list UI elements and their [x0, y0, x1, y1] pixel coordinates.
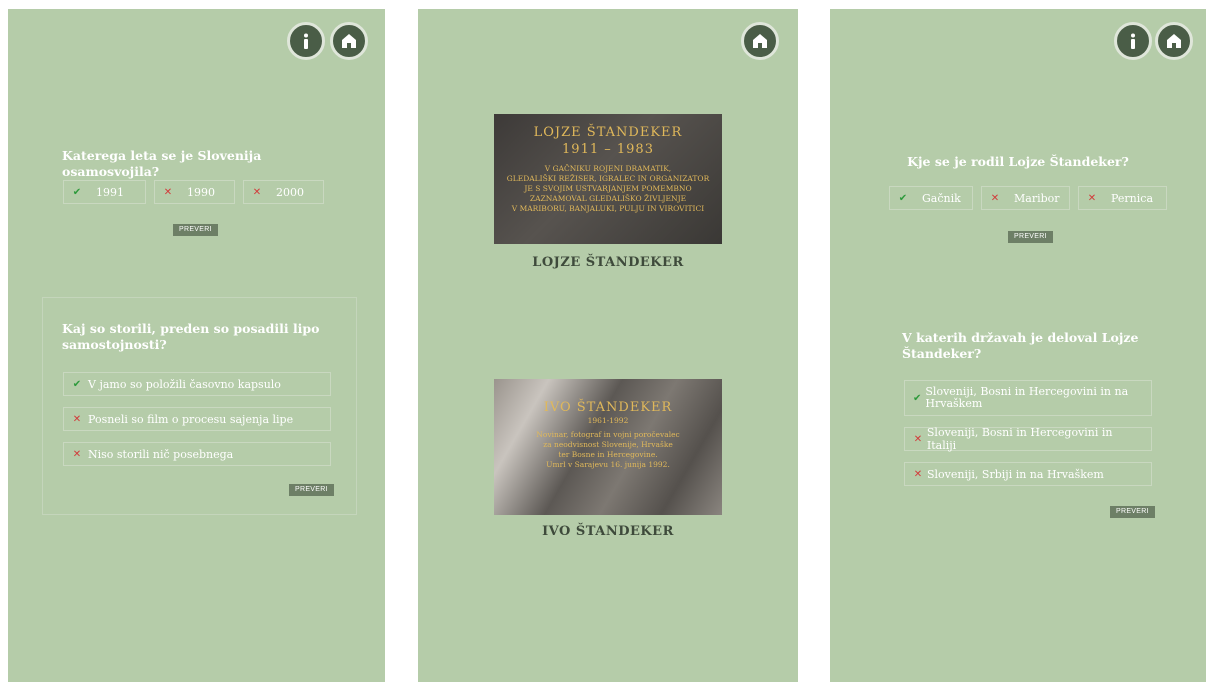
answer-option[interactable]: ✔ V jamo so položili časovno kapsulo	[63, 372, 331, 396]
answer-option[interactable]: ✔ Gačnik	[889, 186, 973, 210]
home-button[interactable]	[1155, 22, 1193, 60]
plaque-line: ter Bosne in Hercegovine.	[558, 450, 658, 459]
plaque-line: Umrl v Sarajevu 16. junija 1992.	[546, 460, 670, 469]
plaque-line: V MARIBORU, BANJALUKI, PULJU IN VIROVITI…	[511, 204, 705, 213]
home-button[interactable]	[741, 22, 779, 60]
cross-icon: ✕	[913, 433, 923, 445]
answer-option[interactable]: ✕ 2000	[243, 180, 324, 204]
plaque-line: GLEDALIŠKI REŽISER, IGRALEC IN ORGANIZAT…	[506, 174, 710, 183]
info-screen: LOJZE ŠTANDEKER 1911 – 1983 V GAČNIKU RO…	[418, 9, 798, 682]
check-button[interactable]: PREVERI	[173, 224, 218, 236]
plaque-years: 1911 – 1983	[562, 142, 654, 157]
answer-label: 1991	[96, 185, 124, 199]
question-title: V katerih državah je deloval Lojze Štand…	[902, 330, 1139, 361]
cross-icon: ✕	[163, 186, 173, 198]
answer-option[interactable]: ✕ Maribor	[981, 186, 1070, 210]
info-icon	[1131, 33, 1135, 49]
cross-icon: ✕	[913, 468, 923, 480]
home-icon	[753, 34, 767, 48]
answer-label: Niso storili nič posebnega	[88, 447, 234, 461]
info-button[interactable]	[287, 22, 325, 60]
check-icon: ✔	[72, 186, 82, 198]
home-button[interactable]	[330, 22, 368, 60]
memorial-plaque-image: IVO ŠTANDEKER 1961-1992 Novinar, fotogra…	[494, 379, 722, 515]
answer-label: Sloveniji, Bosni in Hercegovini in na Hr…	[925, 385, 1129, 410]
quiz-screen-1: Katerega leta se je Slovenija osamosvoji…	[8, 9, 385, 682]
plaque-line: za neodvisnost Slovenije, Hrvaške	[543, 440, 673, 449]
answer-option[interactable]: ✕ Posneli so film o procesu sajenja lipe	[63, 407, 331, 431]
info-icon	[304, 33, 308, 49]
check-button[interactable]: PREVERI	[1110, 506, 1155, 518]
plaque-line: V GAČNIKU ROJENI DRAMATIK,	[544, 164, 672, 173]
memorial-plaque-image: LOJZE ŠTANDEKER 1911 – 1983 V GAČNIKU RO…	[494, 114, 722, 244]
check-icon: ✔	[72, 378, 82, 390]
home-icon	[342, 34, 356, 48]
answer-label: 1990	[187, 185, 215, 199]
plaque-years: 1961-1992	[587, 416, 629, 425]
answer-options: ✔ Sloveniji, Bosni in Hercegovini in na …	[904, 380, 1152, 486]
answer-label: Gačnik	[922, 191, 961, 205]
check-button[interactable]: PREVERI	[1008, 231, 1053, 243]
check-button[interactable]: PREVERI	[289, 484, 334, 496]
quiz-screen-3: Kje se je rodil Lojze Štandeker? ✔ Gačni…	[830, 9, 1206, 682]
home-icon	[1167, 34, 1181, 48]
answer-options: ✔ 1991 ✕ 1990 ✕ 2000	[63, 180, 324, 204]
info-button[interactable]	[1114, 22, 1152, 60]
person-caption: LOJZE ŠTANDEKER	[532, 255, 684, 270]
question-title: Katerega leta se je Slovenija osamosvoji…	[62, 148, 262, 179]
plaque-line: Novinar, fotograf in vojni poročevalec	[536, 430, 680, 439]
answer-label: Pernica	[1111, 191, 1153, 205]
answer-label: Posneli so film o procesu sajenja lipe	[88, 412, 294, 426]
question-title: Kaj so storili, preden so posadili lipo …	[62, 321, 320, 352]
answer-option[interactable]: ✔ 1991	[63, 180, 146, 204]
answer-option[interactable]: ✕ 1990	[154, 180, 235, 204]
cross-icon: ✕	[252, 186, 262, 198]
answer-option[interactable]: ✕ Niso storili nič posebnega	[63, 442, 331, 466]
plaque-line: ZAZNAMOVAL GLEDALIŠKO ŽIVLJENJE	[529, 194, 687, 203]
cross-icon: ✕	[1087, 192, 1097, 204]
question-title: Kje se je rodil Lojze Štandeker?	[907, 154, 1129, 169]
answer-option[interactable]: ✔ Sloveniji, Bosni in Hercegovini in na …	[904, 380, 1152, 416]
answer-label: V jamo so položili časovno kapsulo	[88, 377, 281, 391]
person-caption: IVO ŠTANDEKER	[542, 524, 674, 539]
answer-label: Sloveniji, Bosni in Hercegovini in Itali…	[926, 426, 1113, 452]
answer-options: ✔ V jamo so položili časovno kapsulo ✕ P…	[63, 372, 331, 466]
cross-icon: ✕	[72, 413, 82, 425]
answer-option[interactable]: ✕ Pernica	[1078, 186, 1167, 210]
answer-option[interactable]: ✕ Sloveniji, Bosni in Hercegovini in Ita…	[904, 426, 1152, 452]
plaque-name: IVO ŠTANDEKER	[543, 400, 673, 415]
answer-label: Maribor	[1014, 191, 1060, 205]
answer-label: Sloveniji, Srbiji in na Hrvaškem	[927, 467, 1104, 481]
answer-label: 2000	[276, 185, 304, 199]
answer-option[interactable]: ✕ Sloveniji, Srbiji in na Hrvaškem	[904, 462, 1152, 486]
cross-icon: ✕	[72, 448, 82, 460]
plaque-line: JE S SVOJIM USTVARJANJEM POMEMBNO	[524, 184, 692, 193]
cross-icon: ✕	[990, 192, 1000, 204]
plaque-name: LOJZE ŠTANDEKER	[533, 125, 683, 140]
check-icon: ✔	[898, 192, 908, 204]
answer-options: ✔ Gačnik ✕ Maribor ✕ Pernica	[889, 186, 1167, 210]
check-icon: ✔	[913, 392, 922, 404]
